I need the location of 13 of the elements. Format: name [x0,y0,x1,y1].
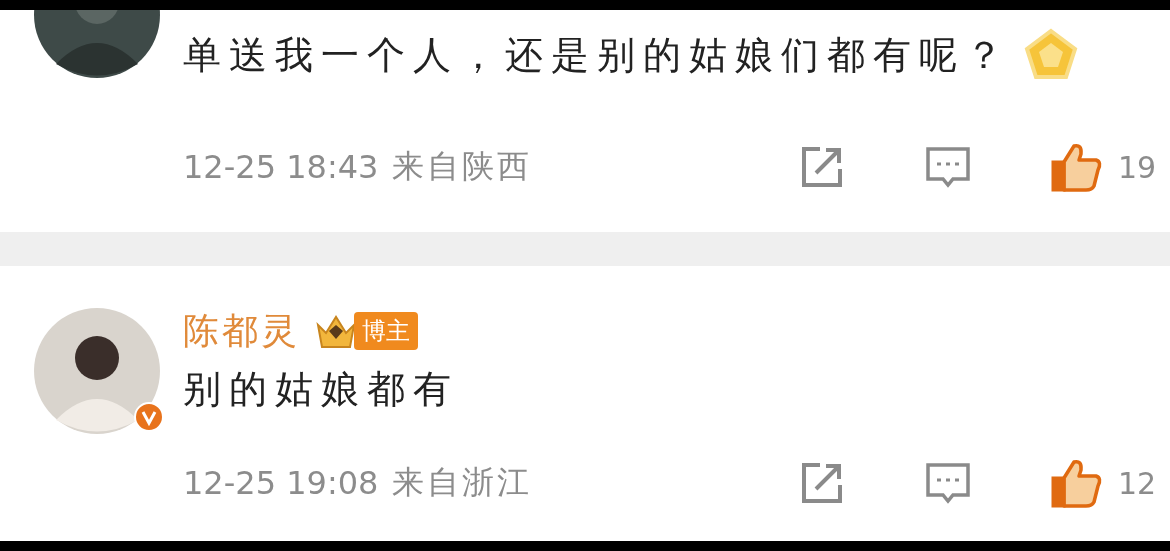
comment-time: 12-25 18:43 [183,148,379,186]
avatar[interactable] [33,308,160,434]
thumbs-up-icon[interactable] [1050,458,1104,508]
like-count: 19 [1118,149,1158,185]
comment-text: 单送我一个人，还是别的姑娘们都有呢？ [183,31,1011,79]
user-name[interactable]: 陈都灵 [183,306,300,356]
comment-text: 别的姑娘都有 [183,365,459,413]
like-count: 12 [1118,465,1158,501]
comment-location: 来自陕西 [392,146,533,187]
comment-location: 来自浙江 [392,462,533,503]
author-badge: 博主 [354,312,418,350]
comment-time: 12-25 19:08 [183,464,379,502]
thumbs-up-icon[interactable] [1050,142,1104,192]
